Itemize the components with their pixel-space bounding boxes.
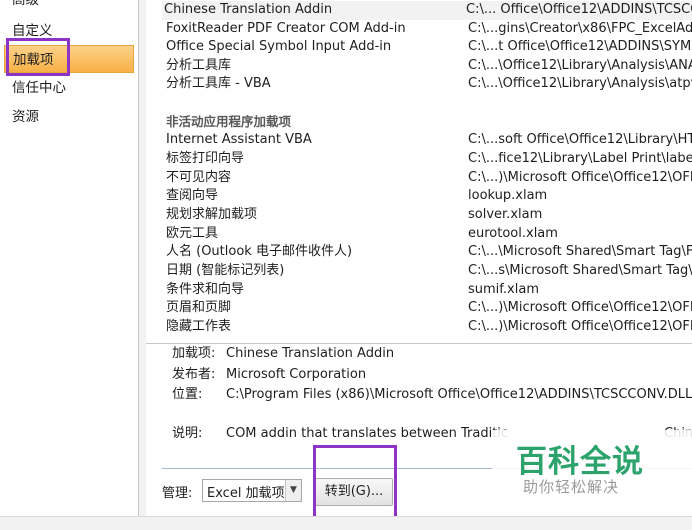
sidebar-item-trust-center[interactable]: 信任中心 (4, 74, 134, 102)
addin-location: C:\...\Microsoft Shared\Smart Tag\FN (468, 244, 692, 259)
addin-row[interactable]: Internet Assistant VBA C:\...soft Office… (164, 131, 692, 150)
addin-row[interactable]: 日期 (智能标记列表) C:\...s\Microsoft Shared\Sma… (164, 262, 692, 281)
addin-row[interactable]: 人名 (Outlook 电子邮件收件人) C:\...\Microsoft Sh… (164, 243, 692, 262)
sidebar-item-addins[interactable]: 加载项 (4, 45, 134, 73)
addin-location: C:\...\Office12\Library\Analysis\atpvb (468, 76, 692, 91)
addin-location: C:\...)\Microsoft Office\Office12\OFF (468, 170, 692, 185)
addin-name: 分析工具库 (166, 58, 232, 73)
addin-location: lookup.xlam (468, 188, 548, 203)
detail-description-value: COM addin that translates between Tradit… (226, 426, 509, 441)
addin-row[interactable]: 分析工具库 - VBA C:\...\Office12\Library\Anal… (164, 75, 692, 94)
addin-row[interactable]: 页眉和页脚 C:\...)\Microsoft Office\Office12\… (164, 299, 692, 318)
watermark: 百科全说 助你轻松解决 (492, 430, 692, 504)
sidebar-item-advanced[interactable]: 高级 (4, 0, 134, 14)
watermark-subtitle: 助你轻松解决 (523, 478, 620, 496)
detail-addin-label: 加载项: (172, 346, 216, 361)
addin-row[interactable]: 标签打印向导 C:\...fice12\Library\Label Print\… (164, 150, 692, 169)
addin-name: Internet Assistant VBA (166, 132, 312, 147)
detail-location-value: C:\Program Files (x86)\Microsoft Office\… (226, 387, 692, 402)
addin-name: 日期 (智能标记列表) (166, 263, 285, 278)
detail-addin-value: Chinese Translation Addin (226, 346, 395, 361)
addin-row[interactable]: 欧元工具 eurotool.xlam (164, 225, 692, 244)
addin-row[interactable]: 查阅向导 lookup.xlam (164, 187, 692, 206)
addin-location: C:\...gins\Creator\x86\FPC_ExcelAddi (468, 21, 692, 36)
addin-name: 条件求和向导 (166, 282, 245, 297)
addin-row[interactable]: 规划求解加载项 solver.xlam (164, 206, 692, 225)
addin-name: Chinese Translation Addin (164, 2, 333, 17)
addin-location: C:\...)\Microsoft Office\Office12\OFF (468, 300, 692, 315)
addin-location: C:\...)\Microsoft Office\Office12\OFF (468, 319, 692, 334)
addin-name: 欧元工具 (166, 226, 219, 241)
addin-location: C:\... Office\Office12\ADDINS\TCSCC (466, 2, 692, 17)
addin-location: solver.xlam (468, 207, 543, 222)
options-sidebar: 高级 自定义 加载项 信任中心 资源 (0, 0, 139, 516)
addin-name: 页眉和页脚 (166, 300, 232, 315)
addins-list: Chinese Translation Addin C:\... Office\… (146, 0, 692, 344)
addin-location: sumif.xlam (468, 282, 539, 297)
addin-name: Office Special Symbol Input Add-in (166, 39, 392, 54)
addin-location: C:\...soft Office\Office12\Library\HTM (468, 132, 692, 147)
inactive-section-header: 非活动应用程序加载项 (166, 114, 292, 129)
addin-row-chinese-translation[interactable]: Chinese Translation Addin C:\... Office\… (162, 1, 692, 20)
detail-publisher-value: Microsoft Corporation (226, 367, 367, 382)
detail-location-label: 位置: (172, 387, 203, 402)
watermark-title: 百科全说 (516, 444, 644, 480)
detail-publisher: 发布者: Microsoft Corporation (172, 365, 366, 385)
manage-select-value: Excel 加载项 (207, 486, 285, 501)
manage-label: 管理: (162, 486, 193, 501)
detail-description: 说明: COM addin that translates between Tra… (172, 424, 508, 444)
sidebar-item-resources[interactable]: 资源 (4, 103, 134, 131)
addin-row[interactable]: Office Special Symbol Input Add-in C:\..… (164, 38, 692, 57)
detail-description-label: 说明: (172, 426, 203, 441)
addin-name: 隐藏工作表 (166, 319, 232, 334)
addin-name: 规划求解加载项 (166, 207, 258, 222)
sidebar-item-customize[interactable]: 自定义 (4, 17, 134, 45)
addin-row[interactable]: 分析工具库 C:\...\Office12\Library\Analysis\A… (164, 57, 692, 76)
addin-name: 标签打印向导 (166, 151, 245, 166)
addin-row[interactable]: 隐藏工作表 C:\...)\Microsoft Office\Office12\… (164, 318, 692, 337)
addin-location: C:\...t Office\Office12\ADDINS\SYMIN (468, 39, 692, 54)
addin-row[interactable]: 条件求和向导 sumif.xlam (164, 281, 692, 300)
addin-name: 不可见内容 (166, 170, 232, 185)
addin-name: FoxitReader PDF Creator COM Add-in (166, 21, 406, 36)
addin-name: 人名 (Outlook 电子邮件收件人) (166, 244, 353, 259)
addin-location: C:\...fice12\Library\Label Print\labelp (468, 151, 692, 166)
detail-publisher-label: 发布者: (172, 367, 216, 382)
detail-addin: 加载项: Chinese Translation Addin (172, 344, 394, 364)
addin-name: 查阅向导 (166, 188, 219, 203)
bottom-strip (0, 516, 692, 530)
addin-location: C:\...s\Microsoft Shared\Smart Tag\M (468, 263, 692, 278)
addin-location: eurotool.xlam (468, 226, 558, 241)
chevron-down-icon[interactable]: ▼ (285, 480, 301, 501)
detail-location: 位置: C:\Program Files (x86)\Microsoft Offi… (172, 385, 692, 405)
addin-row[interactable]: FoxitReader PDF Creator COM Add-in C:\..… (164, 20, 692, 39)
manage-select[interactable]: Excel 加载项 ▼ (202, 479, 302, 502)
addin-location: C:\...\Office12\Library\Analysis\ANAL (468, 58, 692, 73)
go-button[interactable]: 转到(G)... (315, 478, 393, 506)
addin-name: 分析工具库 - VBA (166, 76, 271, 91)
addin-row[interactable]: 不可见内容 C:\...)\Microsoft Office\Office12\… (164, 169, 692, 188)
